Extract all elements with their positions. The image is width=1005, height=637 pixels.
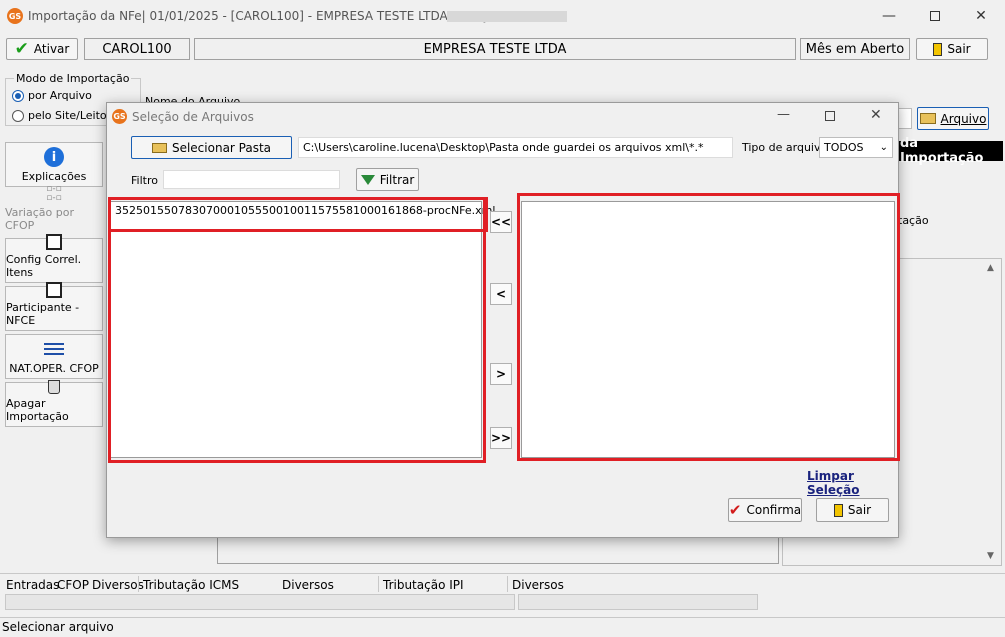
radio-pelo-site[interactable]: pelo Site/Leitor (12, 109, 111, 122)
trash-icon (44, 380, 64, 394)
bottom-separators (378, 576, 379, 592)
checkmark-icon: ✔ (728, 500, 742, 519)
app-logo-icon: GS (7, 8, 23, 24)
arquivo-button[interactable]: Arquivo (917, 107, 989, 130)
move-right-button[interactable]: > (490, 363, 512, 385)
bottom-progress-field-2 (518, 594, 758, 610)
bottom-progress-field-1 (5, 594, 515, 610)
edit-note-icon (44, 234, 64, 250)
file-type-label: Tipo de arquivo (742, 141, 828, 154)
exit-door-icon (933, 42, 943, 56)
right-text-fragment: tação (898, 214, 929, 227)
bottom-separators (507, 576, 508, 592)
confirm-button[interactable]: ✔ Confirma (728, 498, 802, 522)
filter-input[interactable] (163, 170, 340, 189)
highlight-selected-list (517, 193, 900, 461)
status-text: Selecionar arquivo (2, 620, 114, 634)
scrollbar-up-icon[interactable]: ▲ (987, 263, 994, 273)
close-icon[interactable]: ✕ (958, 1, 1004, 31)
bottom-col-diversos-2: Diversos (282, 578, 334, 592)
scrollbar-down-icon[interactable]: ▼ (987, 551, 994, 561)
bottom-col-entradas: Entradas (6, 578, 60, 592)
dialog-title: Seleção de Arquivos (132, 110, 254, 124)
company-name-panel: EMPRESA TESTE LTDA (194, 38, 796, 60)
radio-por-arquivo[interactable]: por Arquivo (12, 89, 92, 102)
move-all-left-button[interactable]: << (490, 211, 512, 233)
bottom-col-diversos-1: Diversos (92, 578, 144, 592)
chevron-down-icon: ⌄ (879, 142, 888, 153)
import-header-bar: da Importação (898, 136, 1003, 166)
cnpj-redacted (447, 11, 567, 22)
center-background-panel (217, 536, 779, 564)
sidebar-item-explicacoes[interactable]: i Explicações (5, 142, 103, 187)
move-all-right-button[interactable]: >> (490, 427, 512, 449)
bottom-col-tributacao-ipi: Tributação IPI (383, 578, 464, 592)
sidebar-item-apagar-importacao[interactable]: Apagar Importação (5, 380, 103, 427)
info-icon: i (44, 147, 64, 167)
main-window-title: Importação da NFe| 01/01/2025 - [CAROL10… (28, 9, 492, 23)
dialog-close-icon[interactable]: ✕ (870, 107, 882, 123)
sidebar-item-participante-nfce[interactable]: Participante - NFCE (5, 282, 103, 331)
user-code-panel: CAROL100 (84, 38, 190, 60)
grid-icon: ▫-▫ ▫-▫ (46, 184, 62, 203)
folder-open-icon (151, 142, 167, 153)
minimize-icon[interactable]: — (866, 1, 912, 31)
file-selection-dialog: GS Seleção de Arquivos — ✕ Selecionar Pa… (106, 102, 900, 538)
dialog-logo-icon: GS (112, 109, 127, 124)
bottom-col-tributacao-icms: Tributação ICMS (143, 578, 240, 592)
move-left-button[interactable]: < (490, 283, 512, 305)
clear-selection-link[interactable]: Limpar Seleção (807, 469, 898, 497)
dialog-exit-button[interactable]: Sair (816, 498, 889, 522)
bottom-col-cfop: CFOP (57, 578, 89, 592)
filter-funnel-icon (360, 174, 375, 185)
sidebar-item-nat-oper-cfop[interactable]: NAT.OPER. CFOP (5, 334, 103, 379)
path-field[interactable]: C:\Users\caroline.lucena\Desktop\Pasta o… (298, 137, 733, 158)
main-sair-button[interactable]: Sair (916, 38, 988, 60)
sidebar-item-config-correl[interactable]: Config Correl. Itens (5, 234, 103, 283)
filter-button[interactable]: Filtrar (356, 168, 419, 191)
checkmark-icon: ✔ (14, 38, 29, 59)
dialog-maximize-icon[interactable] (825, 111, 835, 121)
file-type-select[interactable]: TODOS ⌄ (819, 137, 893, 158)
dialog-minimize-icon[interactable]: — (777, 107, 790, 122)
filter-label: Filtro (131, 174, 158, 187)
select-folder-button[interactable]: Selecionar Pasta (131, 136, 292, 159)
maximize-icon[interactable] (912, 1, 958, 31)
sidebar-item-variacao-cfop: ▫-▫ ▫-▫ Variação por CFOP (5, 184, 74, 233)
highlight-available-list (108, 197, 486, 463)
list-icon (44, 339, 64, 359)
status-bar: Selecionar arquivo (0, 617, 1005, 637)
main-title-bar: GS Importação da NFe| 01/01/2025 - [CARO… (0, 0, 1005, 33)
bottom-col-diversos-3: Diversos (512, 578, 564, 592)
ativar-button[interactable]: ✔ Ativar (6, 38, 78, 60)
folder-open-icon (919, 113, 936, 124)
import-mode-label: Modo de Importação (14, 72, 132, 85)
exit-door-icon (833, 503, 843, 517)
edit-note-icon (44, 282, 64, 298)
bottom-separators (138, 576, 139, 592)
period-status-panel: Mês em Aberto (800, 38, 910, 60)
